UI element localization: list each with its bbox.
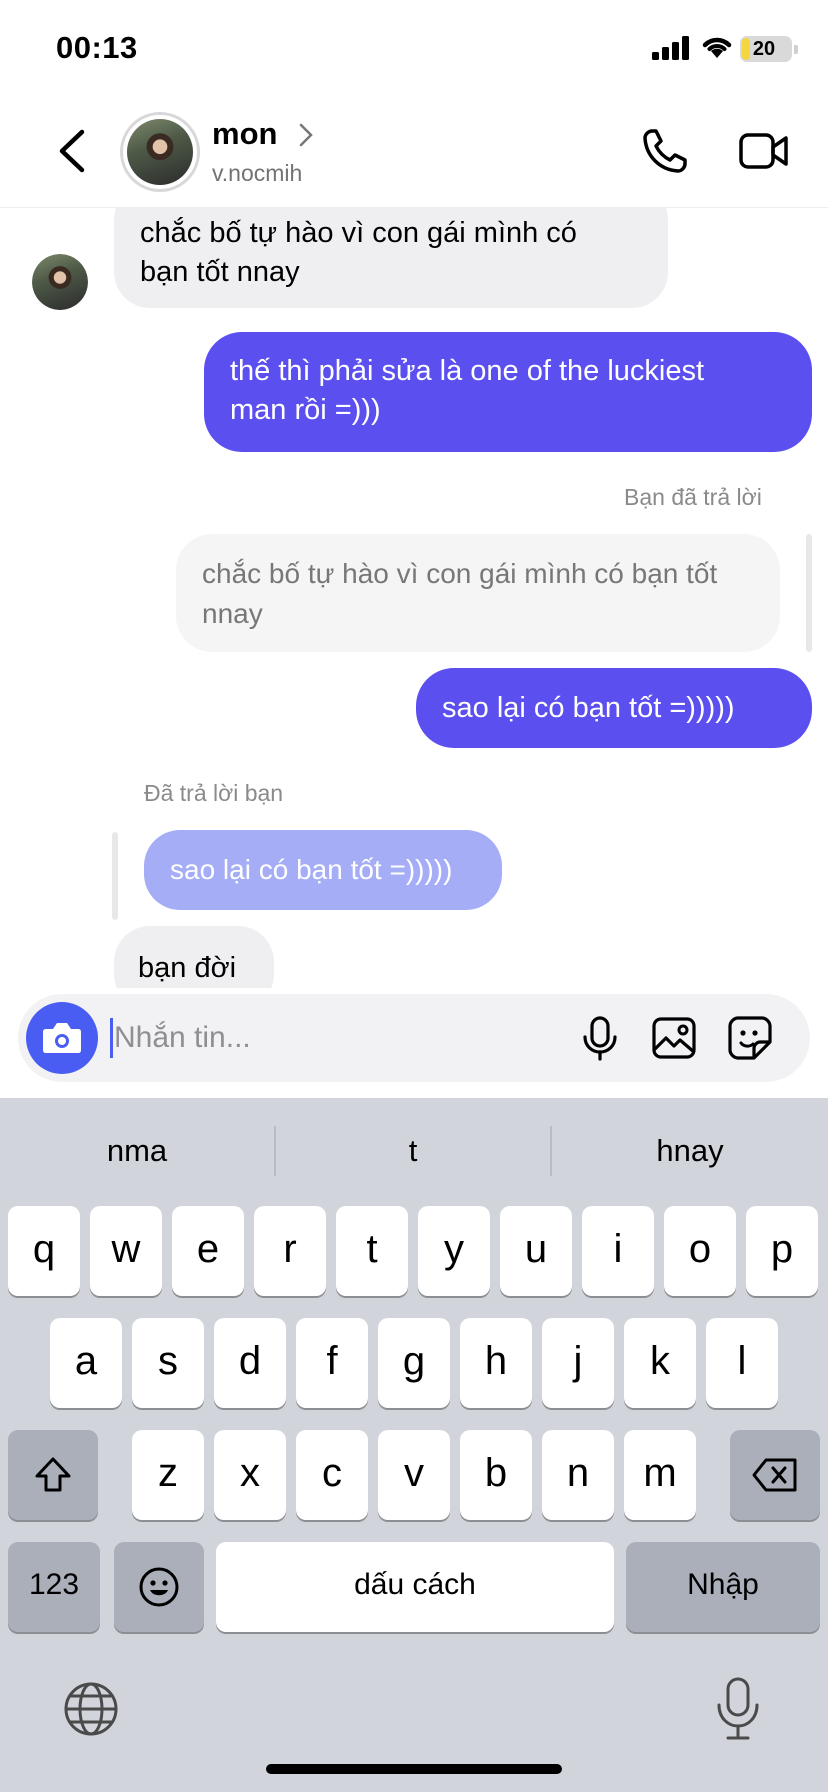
- return-key[interactable]: Nhập: [626, 1542, 820, 1632]
- dictation-mic-icon[interactable]: [714, 1676, 762, 1742]
- key-l[interactable]: l: [706, 1318, 778, 1408]
- message-line: man rồi =))): [230, 394, 381, 426]
- reply-label: Đã trả lời bạn: [144, 780, 284, 806]
- contact-username[interactable]: v.nocmih: [212, 160, 302, 187]
- quote-line: chắc bố tự hào vì con gái mình có bạn tố…: [202, 558, 718, 589]
- outgoing-message[interactable]: thế thì phải sửa là one of the luckiest …: [204, 332, 812, 452]
- quote-line: nnay: [202, 598, 263, 629]
- phone-icon[interactable]: [640, 126, 690, 176]
- status-bar: 00:13 20: [0, 0, 828, 100]
- microphone-icon[interactable]: [574, 1012, 626, 1064]
- suggestion-item[interactable]: t: [276, 1098, 550, 1204]
- emoji-key[interactable]: [114, 1542, 204, 1632]
- suggestion-bar: nma t hnay: [0, 1098, 828, 1204]
- key-r[interactable]: r: [254, 1206, 326, 1296]
- reply-label: Bạn đã trả lời: [624, 484, 762, 510]
- battery-tip: [794, 45, 798, 54]
- backspace-key[interactable]: [730, 1430, 820, 1520]
- message-thread[interactable]: chắc bố tự hào vì con gái mình có bạn tố…: [0, 208, 828, 988]
- key-t[interactable]: t: [336, 1206, 408, 1296]
- quote-bar: [806, 534, 812, 652]
- key-k[interactable]: k: [624, 1318, 696, 1408]
- key-p[interactable]: p: [746, 1206, 818, 1296]
- key-d[interactable]: d: [214, 1318, 286, 1408]
- home-indicator: [266, 1764, 562, 1774]
- contact-avatar[interactable]: [120, 112, 200, 192]
- key-s[interactable]: s: [132, 1318, 204, 1408]
- suggestion-item[interactable]: nma: [0, 1098, 274, 1204]
- backspace-icon: [752, 1458, 797, 1492]
- key-c[interactable]: c: [296, 1430, 368, 1520]
- incoming-message[interactable]: chắc bố tự hào vì con gái mình có bạn tố…: [114, 208, 668, 308]
- camera-button[interactable]: [26, 1002, 98, 1074]
- key-z[interactable]: z: [132, 1430, 204, 1520]
- message-line: thế thì phải sửa là one of the luckiest: [230, 355, 705, 387]
- key-o[interactable]: o: [664, 1206, 736, 1296]
- key-i[interactable]: i: [582, 1206, 654, 1296]
- sticker-icon[interactable]: [724, 1012, 776, 1064]
- key-g[interactable]: g: [378, 1318, 450, 1408]
- key-f[interactable]: f: [296, 1318, 368, 1408]
- quoted-message[interactable]: chắc bố tự hào vì con gái mình có bạn tố…: [176, 534, 780, 652]
- key-q[interactable]: q: [8, 1206, 80, 1296]
- outgoing-message[interactable]: sao lại có bạn tốt =))))): [416, 668, 812, 748]
- text-cursor: [110, 1018, 113, 1058]
- key-u[interactable]: u: [500, 1206, 572, 1296]
- key-b[interactable]: b: [460, 1430, 532, 1520]
- message-text: sao lại có bạn tốt =))))): [442, 692, 735, 724]
- message-line: chắc bố tự hào vì con gái mình có: [140, 217, 577, 249]
- shift-icon: [35, 1457, 71, 1492]
- key-e[interactable]: e: [172, 1206, 244, 1296]
- key-h[interactable]: h: [460, 1318, 532, 1408]
- chat-header: mon v.nocmih: [0, 100, 828, 208]
- cellular-signal-icon: [652, 36, 689, 60]
- status-time: 00:13: [56, 30, 138, 65]
- key-x[interactable]: x: [214, 1430, 286, 1520]
- contact-name[interactable]: mon: [212, 116, 277, 152]
- globe-icon[interactable]: [62, 1680, 120, 1738]
- message-input[interactable]: [114, 1016, 494, 1060]
- shift-key[interactable]: [8, 1430, 98, 1520]
- sender-avatar[interactable]: [32, 254, 88, 310]
- incoming-message[interactable]: bạn đời: [114, 926, 274, 988]
- numbers-key[interactable]: 123: [8, 1542, 100, 1632]
- quoted-message[interactable]: sao lại có bạn tốt =))))): [144, 830, 502, 910]
- key-m[interactable]: m: [624, 1430, 696, 1520]
- back-arrow-icon[interactable]: [52, 126, 92, 176]
- wifi-icon: [702, 37, 732, 58]
- battery-icon: 20: [740, 36, 798, 62]
- key-a[interactable]: a: [50, 1318, 122, 1408]
- message-text: bạn đời: [138, 952, 237, 984]
- avatar-image: [32, 254, 88, 310]
- message-line: bạn tốt nnay: [140, 256, 300, 288]
- space-key[interactable]: dấu cách: [216, 1542, 614, 1632]
- suggestion-item[interactable]: hnay: [552, 1098, 828, 1204]
- keyboard: nma t hnay q w e r t y u i o p a s d f g…: [0, 1098, 828, 1792]
- key-n[interactable]: n: [542, 1430, 614, 1520]
- video-camera-icon[interactable]: [738, 130, 790, 172]
- key-y[interactable]: y: [418, 1206, 490, 1296]
- key-w[interactable]: w: [90, 1206, 162, 1296]
- quote-text: sao lại có bạn tốt =))))): [170, 854, 453, 885]
- emoji-icon: [139, 1567, 179, 1607]
- chevron-right-icon[interactable]: [298, 122, 314, 148]
- message-composer: [18, 994, 810, 1082]
- key-v[interactable]: v: [378, 1430, 450, 1520]
- avatar-image: [127, 119, 193, 185]
- battery-percent: 20: [752, 38, 776, 60]
- gallery-icon[interactable]: [648, 1012, 700, 1064]
- quote-bar: [112, 832, 118, 920]
- key-j[interactable]: j: [542, 1318, 614, 1408]
- camera-icon: [43, 1023, 81, 1053]
